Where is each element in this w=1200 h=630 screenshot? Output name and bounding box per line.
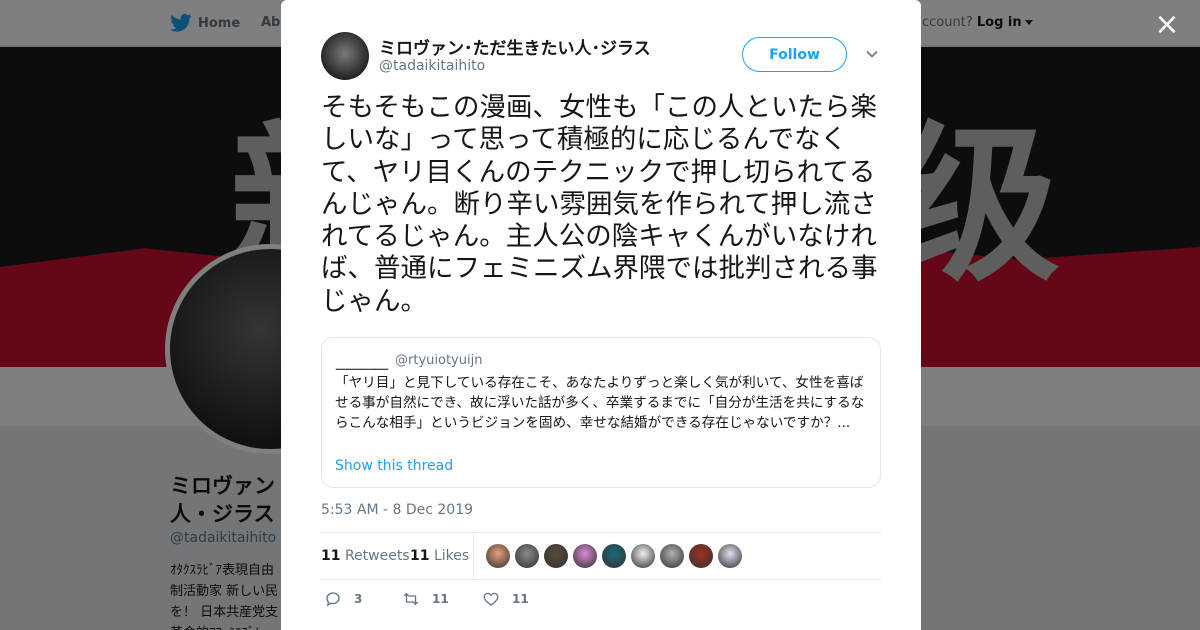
likes-count: 11 bbox=[410, 548, 430, 564]
retweet-action[interactable]: 11 bbox=[402, 590, 449, 608]
retweets-count: 11 bbox=[321, 548, 341, 564]
liker-avatar[interactable] bbox=[486, 544, 510, 568]
show-thread-link[interactable]: Show this thread bbox=[335, 458, 453, 474]
liker-avatar[interactable] bbox=[544, 544, 568, 568]
author-name[interactable]: ミロヴァン･ただ生きたい人･ジラス bbox=[379, 34, 651, 59]
close-icon[interactable]: × bbox=[1152, 10, 1182, 40]
reply-icon bbox=[326, 592, 340, 607]
author-avatar[interactable] bbox=[321, 32, 369, 80]
liker-avatar[interactable] bbox=[660, 544, 684, 568]
liker-avatar[interactable] bbox=[602, 544, 626, 568]
reply-action[interactable]: 3 bbox=[324, 590, 362, 608]
stats-divider bbox=[473, 533, 474, 580]
follow-button[interactable]: Follow bbox=[742, 37, 847, 72]
chevron-down-icon[interactable] bbox=[865, 47, 879, 61]
author-handle[interactable]: @tadaikitaihito bbox=[379, 58, 485, 74]
liker-avatar[interactable] bbox=[718, 544, 742, 568]
retweet-count: 11 bbox=[432, 592, 449, 606]
reply-count: 3 bbox=[354, 592, 363, 606]
liker-avatar[interactable] bbox=[573, 544, 597, 568]
liker-avatar[interactable] bbox=[515, 544, 539, 568]
quoted-author-handle: @rtyuiotyuijn bbox=[395, 353, 483, 368]
like-count: 11 bbox=[512, 592, 529, 606]
liker-avatars bbox=[486, 544, 742, 568]
tweet-timestamp[interactable]: 5:53 AM - 8 Dec 2019 bbox=[321, 502, 473, 518]
quoted-tweet-text: 「ヤリ目」と見下している存在こそ、あなたよりずっと楽しく気が利いて、女性を喜ばせ… bbox=[335, 375, 865, 432]
retweets-label: Retweets bbox=[344, 548, 410, 564]
tweet-text: そもそもこの漫画、女性も「この人といたら楽しいな」って思って積極的に応じるんでな… bbox=[321, 92, 878, 317]
retweet-icon bbox=[403, 592, 419, 606]
tweet-modal: ミロヴァン･ただ生きたい人･ジラス @tadaikitaihito Follow… bbox=[281, 0, 921, 630]
likes-label: Likes bbox=[433, 548, 470, 564]
tweet-actions: 3 11 11 bbox=[321, 590, 881, 612]
liker-avatar[interactable] bbox=[631, 544, 655, 568]
like-action[interactable]: 11 bbox=[482, 590, 529, 608]
retweets-stat[interactable]: 11 Retweets bbox=[321, 548, 410, 564]
quoted-author-name: ＿＿＿＿ bbox=[336, 357, 389, 372]
heart-icon bbox=[483, 592, 499, 606]
tweet-stats: 11 Retweets 11 Likes bbox=[321, 532, 881, 580]
quoted-tweet[interactable]: ＿＿＿＿ @rtyuiotyuijn 「ヤリ目」と見下している存在こそ、あなたよ… bbox=[321, 337, 881, 488]
likes-stat[interactable]: 11 Likes bbox=[410, 548, 469, 564]
liker-avatar[interactable] bbox=[689, 544, 713, 568]
